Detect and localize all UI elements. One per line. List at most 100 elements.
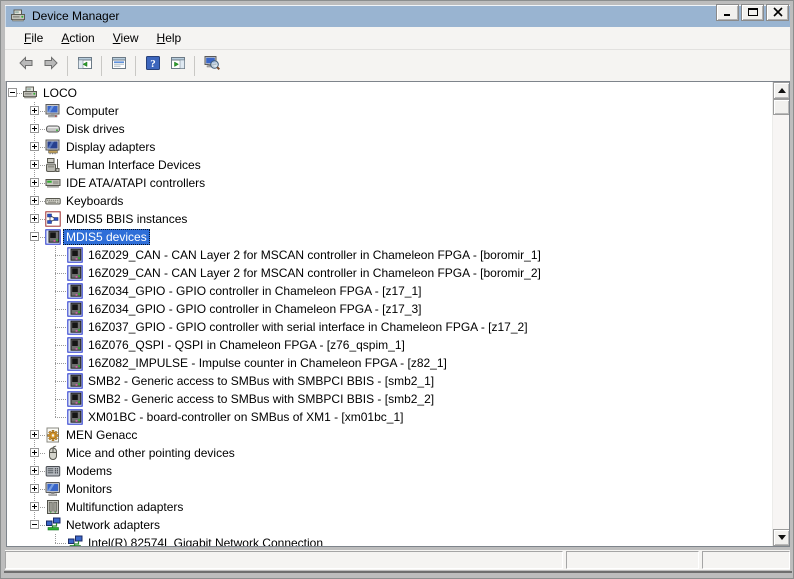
expand-plus-toggle[interactable] — [30, 178, 39, 187]
window-title: Device Manager — [32, 9, 119, 23]
expand-plus-toggle[interactable] — [30, 448, 39, 457]
tree-item[interactable]: 16Z029_CAN - CAN Layer 2 for MSCAN contr… — [7, 264, 772, 282]
tree-item[interactable]: 16Z037_GPIO - GPIO controller with seria… — [7, 318, 772, 336]
mdis-device-icon — [67, 301, 83, 317]
title-bar: Device Manager — [5, 5, 790, 27]
expand-plus-toggle[interactable] — [30, 142, 39, 151]
maximize-button[interactable] — [741, 4, 764, 21]
expand-plus-toggle[interactable] — [30, 430, 39, 439]
keyboard-icon — [45, 193, 61, 209]
window-bottom-edge — [4, 571, 792, 573]
expand-plus-toggle[interactable] — [30, 106, 39, 115]
collapse-minus-toggle[interactable] — [30, 232, 39, 241]
computer-icon — [45, 103, 61, 119]
window-controls — [716, 4, 789, 21]
tree-item[interactable]: Keyboards — [7, 192, 772, 210]
tree-item[interactable]: Human Interface Devices — [7, 156, 772, 174]
tree-item[interactable]: 16Z076_QSPI - QSPI in Chameleon FPGA - [… — [7, 336, 772, 354]
tree-item-label: 16Z034_GPIO - GPIO controller in Chamele… — [85, 301, 425, 317]
menu-view[interactable]: View — [104, 28, 148, 48]
tree-item[interactable]: 16Z034_GPIO - GPIO controller in Chamele… — [7, 300, 772, 318]
tree-item-label: Mice and other pointing devices — [63, 445, 238, 461]
tree-item[interactable]: Intel(R) 82574L Gigabit Network Connecti… — [7, 534, 772, 546]
collapse-minus-toggle[interactable] — [8, 88, 17, 97]
tree-item[interactable]: LOCO — [7, 84, 772, 102]
mdis-device-icon — [45, 229, 61, 245]
gear-document-icon — [45, 427, 61, 443]
disk-drive-icon — [45, 121, 61, 137]
expand-plus-toggle[interactable] — [30, 502, 39, 511]
mdis-device-icon — [67, 337, 83, 353]
collapse-minus-toggle[interactable] — [30, 520, 39, 529]
tree-item-label: MEN Genacc — [63, 427, 140, 443]
tree-item[interactable]: SMB2 - Generic access to SMBus with SMBP… — [7, 372, 772, 390]
tree-item[interactable]: Modems — [7, 462, 772, 480]
status-pane — [566, 551, 699, 569]
arrow-up-icon — [778, 88, 786, 93]
bbis-instance-icon — [45, 211, 61, 227]
mdis-device-icon — [67, 391, 83, 407]
help-button[interactable]: ? — [140, 54, 165, 78]
back-button[interactable] — [13, 54, 38, 78]
expand-plus-toggle[interactable] — [30, 196, 39, 205]
expand-plus-toggle[interactable] — [30, 160, 39, 169]
expand-plus-toggle[interactable] — [30, 214, 39, 223]
close-icon — [772, 4, 784, 22]
tree-item-label: 16Z029_CAN - CAN Layer 2 for MSCAN contr… — [85, 265, 544, 281]
tree-item[interactable]: Multifunction adapters — [7, 498, 772, 516]
tree-item[interactable]: 16Z034_GPIO - GPIO controller in Chamele… — [7, 282, 772, 300]
menu-action[interactable]: Action — [52, 28, 103, 48]
svg-text:?: ? — [150, 58, 156, 70]
tree-item[interactable]: Computer — [7, 102, 772, 120]
scroll-up-button[interactable] — [773, 82, 790, 99]
menu-bar: FileActionViewHelp — [5, 27, 790, 49]
tree-item[interactable]: MDIS5 devices — [7, 228, 772, 246]
tree-item-label: 16Z082_IMPULSE - Impulse counter in Cham… — [85, 355, 450, 371]
tree-item[interactable]: SMB2 - Generic access to SMBus with SMBP… — [7, 390, 772, 408]
tree-item[interactable]: 16Z082_IMPULSE - Impulse counter in Cham… — [7, 354, 772, 372]
vertical-scrollbar[interactable] — [772, 82, 789, 546]
device-manager-icon — [10, 8, 26, 24]
minimize-button[interactable] — [716, 4, 739, 21]
expand-plus-toggle[interactable] — [30, 484, 39, 493]
modem-icon — [45, 463, 61, 479]
scroll-down-button[interactable] — [773, 529, 790, 546]
tree-item[interactable]: XM01BC - board-controller on SMBus of XM… — [7, 408, 772, 426]
show-hide-action-pane-button[interactable] — [165, 54, 190, 78]
tree-item[interactable]: Display adapters — [7, 138, 772, 156]
display-adapter-icon — [45, 139, 61, 155]
tree-item-label: 16Z034_GPIO - GPIO controller in Chamele… — [85, 283, 425, 299]
close-button[interactable] — [766, 4, 789, 21]
menu-help[interactable]: Help — [148, 28, 191, 48]
tree-item[interactable]: 16Z029_CAN - CAN Layer 2 for MSCAN contr… — [7, 246, 772, 264]
tree-item[interactable]: Disk drives — [7, 120, 772, 138]
device-tree-panel: LOCOComputerDisk drivesDisplay adaptersH… — [6, 81, 790, 547]
tree-item-label: Human Interface Devices — [63, 157, 204, 173]
tree-item[interactable]: MEN Genacc — [7, 426, 772, 444]
tree-item[interactable]: Monitors — [7, 480, 772, 498]
expand-plus-toggle[interactable] — [30, 466, 39, 475]
status-pane — [5, 551, 563, 569]
scrollbar-thumb[interactable] — [773, 99, 790, 115]
multifunction-adapter-icon — [45, 499, 61, 515]
tree-item-label: Monitors — [63, 481, 115, 497]
scan-for-hardware-changes-button[interactable] — [199, 54, 224, 78]
show-hide-action-pane-icon — [170, 55, 186, 76]
tree-item[interactable]: MDIS5 BBIS instances — [7, 210, 772, 228]
menu-file[interactable]: File — [15, 28, 52, 48]
computer-root-icon — [22, 85, 38, 101]
tree-item[interactable]: Network adapters — [7, 516, 772, 534]
arrow-down-icon — [778, 535, 786, 540]
tree-item-label: LOCO — [40, 85, 80, 101]
mdis-device-icon — [67, 319, 83, 335]
tree-item[interactable]: IDE ATA/ATAPI controllers — [7, 174, 772, 192]
show-hide-console-tree-button[interactable] — [72, 54, 97, 78]
tree-item[interactable]: Mice and other pointing devices — [7, 444, 772, 462]
maximize-icon — [747, 4, 759, 22]
properties-button[interactable] — [106, 54, 131, 78]
expand-plus-toggle[interactable] — [30, 124, 39, 133]
tree-item-label: Modems — [63, 463, 115, 479]
show-hide-console-tree-icon — [77, 55, 93, 76]
minimize-icon — [722, 4, 734, 22]
forward-button[interactable] — [38, 54, 63, 78]
